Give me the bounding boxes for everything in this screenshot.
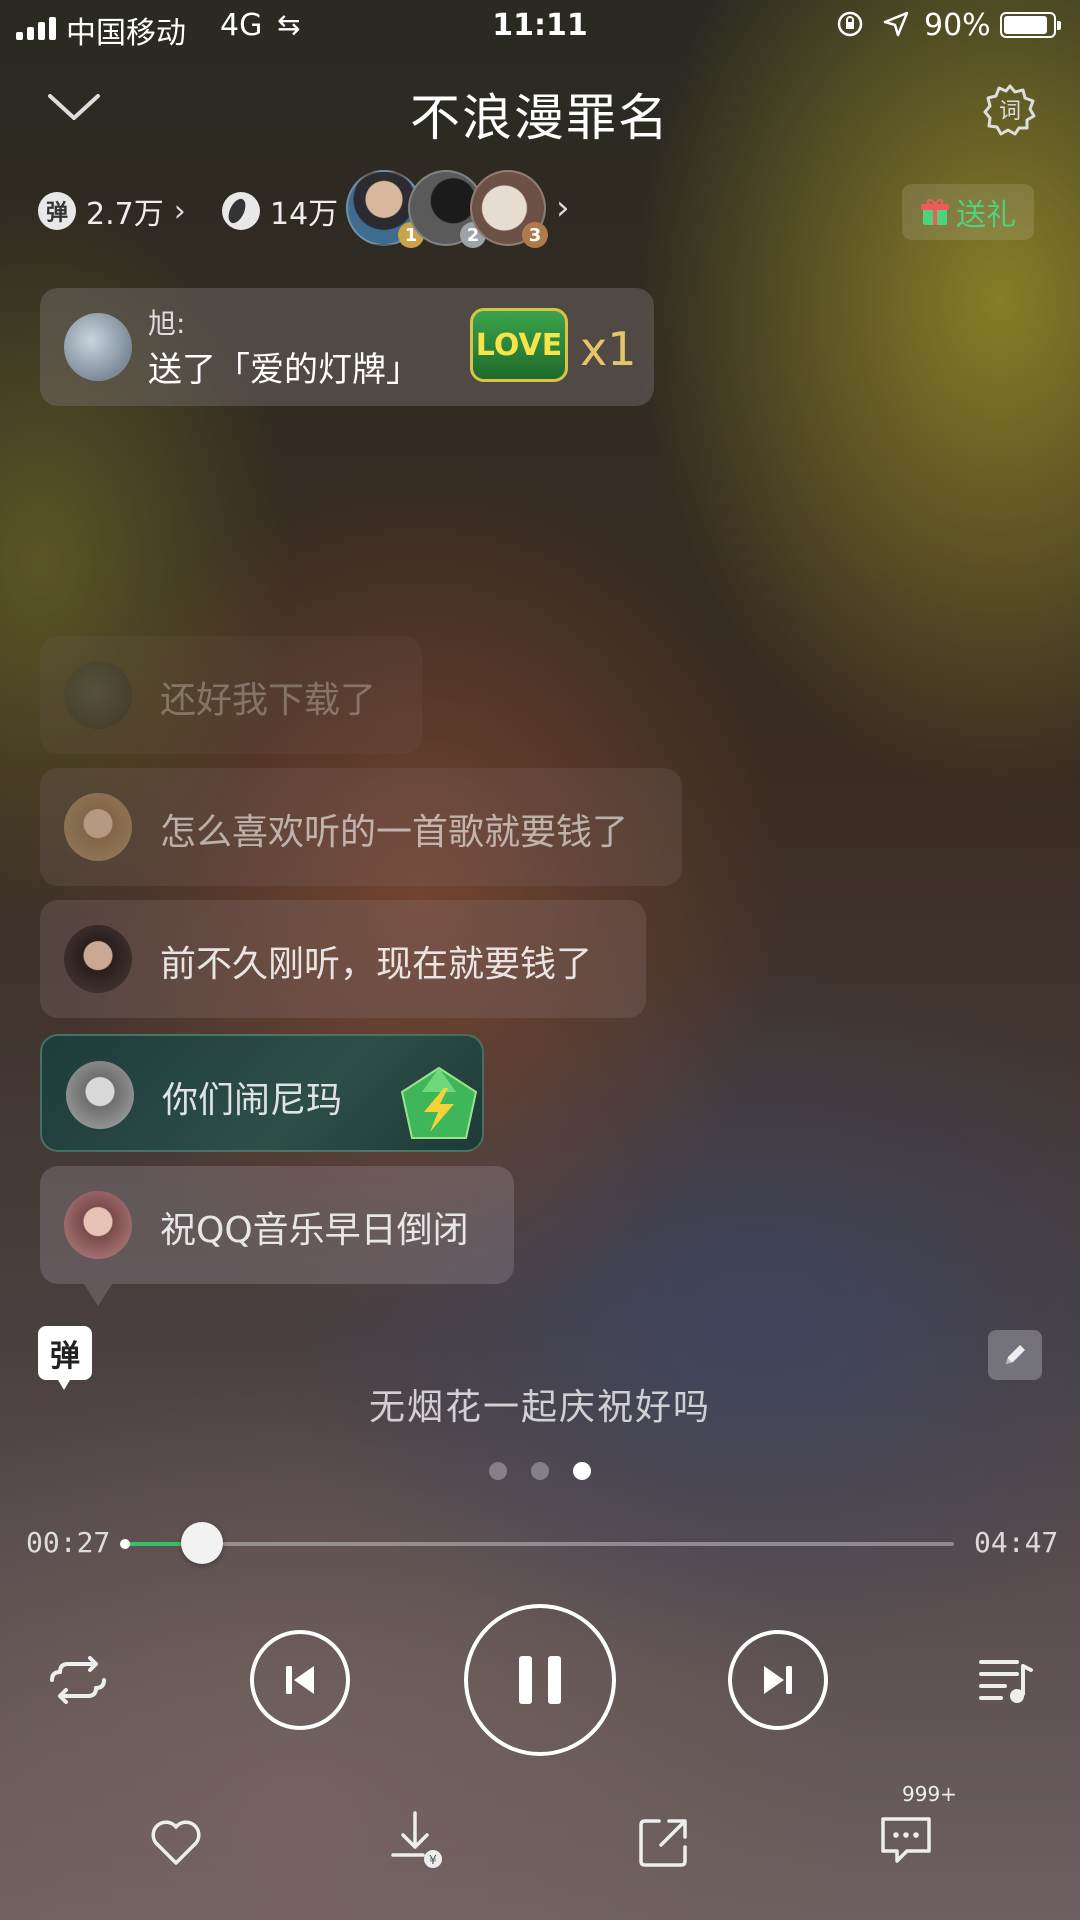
comment-bubble[interactable]: 怎么喜欢听的一首歌就要钱了: [40, 768, 682, 886]
listeners-count-link[interactable]: 14万: [222, 186, 338, 236]
next-track-button[interactable]: [728, 1630, 828, 1730]
comment-bubble[interactable]: 祝QQ音乐早日倒闭: [40, 1166, 514, 1306]
paid-download-icon: ¥: [391, 1811, 442, 1868]
avatar: [64, 793, 132, 861]
comment-count-badge: 999+: [902, 1782, 957, 1806]
repeat-mode-button[interactable]: [40, 1652, 116, 1708]
elapsed-time: 00:27: [26, 1526, 111, 1559]
pause-icon: [519, 1656, 561, 1704]
send-gift-label: 送礼: [956, 198, 1016, 233]
gear-icon: 词: [983, 84, 1036, 136]
status-time: 11:11: [492, 8, 588, 43]
avatar: 3: [470, 170, 548, 248]
previous-track-button[interactable]: [250, 1630, 350, 1730]
share-button[interactable]: [632, 1812, 696, 1872]
current-lyric: 无烟花一起庆祝好吗: [368, 1387, 711, 1428]
skip-next-icon: [764, 1666, 792, 1694]
progress-knob[interactable]: [181, 1522, 224, 1564]
progress-slider[interactable]: [120, 1522, 954, 1564]
love-gift-icon: LOVE: [470, 308, 568, 382]
chevron-right-icon[interactable]: ›: [556, 188, 570, 228]
lyrics-settings-button[interactable]: 词: [982, 82, 1038, 138]
write-danmu-button[interactable]: [988, 1330, 1042, 1380]
top-fans-avatars[interactable]: 1 2 3: [346, 170, 548, 254]
skip-previous-icon: [286, 1666, 314, 1694]
playlist-button[interactable]: [974, 1652, 1038, 1708]
rank-badge: 3: [522, 222, 548, 248]
like-button[interactable]: [144, 1812, 208, 1872]
gift-notification: 旭: 送了「爱的灯牌」 LOVE x1: [40, 288, 654, 406]
green-gem-lightning-icon: [400, 1066, 478, 1139]
avatar: [66, 1061, 134, 1129]
comment-text: 怎么喜欢听的一首歌就要钱了: [160, 812, 629, 853]
playlist-icon: [979, 1660, 1033, 1703]
battery-icon: [1000, 12, 1061, 38]
comment-bubble[interactable]: 还好我下载了: [40, 636, 422, 754]
comment-bubble[interactable]: 前不久刚听，现在就要钱了: [40, 900, 646, 1018]
comment-text: 你们闹尼玛: [162, 1080, 343, 1121]
comment-text: 前不久刚听，现在就要钱了: [160, 944, 593, 985]
comment-bubble-premium[interactable]: 你们闹尼玛: [40, 1034, 484, 1152]
total-time: 04:47: [974, 1526, 1059, 1559]
gift-icon: [921, 199, 949, 225]
page-dot[interactable]: [489, 1462, 507, 1480]
avatar: [64, 1191, 132, 1259]
comment-text: 祝QQ音乐早日倒闭: [160, 1210, 469, 1251]
bubble-tail: [84, 1284, 112, 1306]
heart-icon: [151, 1820, 201, 1865]
chevron-right-icon: ›: [173, 193, 186, 229]
avatar: [64, 661, 132, 729]
page-dot-active[interactable]: [573, 1462, 591, 1480]
avatar: [64, 313, 132, 381]
gift-action-text: 送了「爱的灯牌」: [148, 350, 420, 390]
comment-text: 还好我下载了: [160, 680, 377, 721]
repeat-icon: [50, 1656, 106, 1704]
progress-start-dot: [120, 1539, 130, 1549]
page-dot[interactable]: [531, 1462, 549, 1480]
lyrics-label: 词: [999, 99, 1021, 124]
page-indicator: [0, 1462, 1080, 1480]
svg-text:¥: ¥: [429, 1853, 437, 1867]
danmu-count-link[interactable]: 弹 2.7万 ›: [38, 186, 186, 236]
comment-icon: [881, 1817, 931, 1863]
danmu-count: 2.7万: [86, 197, 164, 232]
gift-count: x1: [580, 322, 637, 376]
location-icon: [883, 11, 909, 37]
download-button[interactable]: ¥: [386, 1806, 450, 1874]
status-bar: 中国移动 4G ⇆ 11:11 90%: [0, 0, 1080, 54]
song-title: 不浪漫罪名: [410, 89, 670, 147]
battery-percent: 90%: [924, 8, 991, 43]
rotation-lock-icon: [837, 11, 863, 37]
danmu-badge-icon: 弹: [38, 192, 76, 230]
listeners-icon: [222, 192, 260, 230]
listeners-count: 14万: [270, 197, 339, 232]
share-icon: [639, 1819, 687, 1867]
comments-button[interactable]: [874, 1808, 938, 1872]
send-gift-button[interactable]: 送礼: [902, 184, 1034, 240]
danmu-toggle-button[interactable]: 弹: [38, 1326, 92, 1390]
gift-sender-name: 旭:: [148, 307, 186, 340]
pencil-icon: [1006, 1345, 1025, 1364]
pause-button[interactable]: [464, 1604, 616, 1756]
avatar: [64, 925, 132, 993]
